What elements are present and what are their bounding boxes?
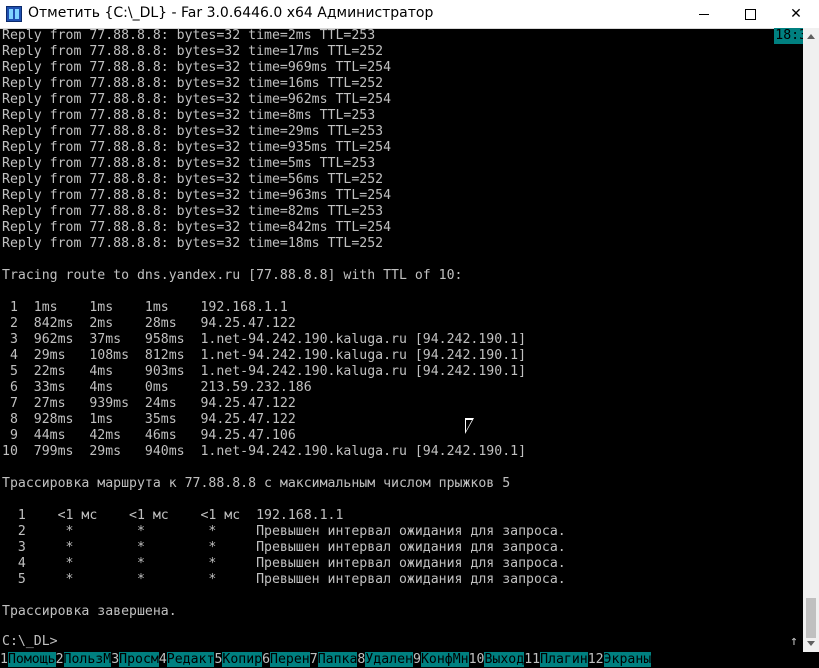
fkey-4[interactable]: 4Редакт <box>158 651 215 668</box>
fkey-6[interactable]: 6Перен <box>262 651 310 668</box>
console-line: Reply from 77.88.8.8: bytes=32 time=29ms… <box>2 124 384 139</box>
console-line: Reply from 77.88.8.8: bytes=32 time=56ms… <box>2 172 384 187</box>
console-output[interactable]: Reply from 77.88.8.8: bytes=32 time=2ms … <box>0 28 803 650</box>
fkey-label: Помощь <box>7 652 56 667</box>
console-line: Reply from 77.88.8.8: bytes=32 time=2ms … <box>2 28 376 43</box>
console-line: Reply from 77.88.8.8: bytes=32 time=969m… <box>2 60 392 75</box>
console-line: Reply from 77.88.8.8: bytes=32 time=82ms… <box>2 204 384 219</box>
console-line: Reply from 77.88.8.8: bytes=32 time=17ms… <box>2 44 384 59</box>
console-line: Reply from 77.88.8.8: bytes=32 time=962m… <box>2 92 392 107</box>
fkey-number: 10 <box>468 652 485 667</box>
fkey-label: Плагин <box>540 652 588 667</box>
fkey-3[interactable]: 3Просм <box>111 651 159 668</box>
console-line: 3 962ms 37ms 958ms 1.net-94.242.190.kalu… <box>2 332 527 347</box>
console-line: 9 44ms 42ms 46ms 94.25.47.106 <box>2 428 296 443</box>
console-line: 6 33ms 4ms 0ms 213.59.232.186 <box>2 380 312 395</box>
fkey-label: ПользМ <box>63 652 112 667</box>
window-title: Отметить {C:\_DL} - Far 3.0.6446.0 x64 А… <box>28 5 434 21</box>
title-bar[interactable]: Отметить {C:\_DL} - Far 3.0.6446.0 x64 А… <box>0 0 819 29</box>
console-line: Трассировка маршрута к 77.88.8.8 с макси… <box>2 476 511 491</box>
fkey-9[interactable]: 9КонфМн <box>413 651 469 668</box>
fkey-number: 12 <box>587 652 604 667</box>
arrow-down-icon <box>807 641 815 646</box>
scroll-up-button[interactable] <box>803 28 819 44</box>
minimize-icon <box>699 13 709 15</box>
console-line: 5 22ms 4ms 903ms 1.net-94.242.190.kaluga… <box>2 364 527 379</box>
command-prompt[interactable]: C:\_DL> <box>2 634 58 650</box>
close-icon: ✕ <box>790 6 802 22</box>
scroll-thumb[interactable] <box>806 598 816 638</box>
console-line: 7 27ms 939ms 24ms 94.25.47.122 <box>2 396 296 411</box>
console-line: 4 * * * Превышен интервал ожидания для з… <box>2 556 566 571</box>
console-line: 3 * * * Превышен интервал ожидания для з… <box>2 540 566 555</box>
fkey-12[interactable]: 12Экраны <box>587 651 652 668</box>
fkey-number: 11 <box>524 652 541 667</box>
fkey-number: 6 <box>262 652 271 667</box>
maximize-button[interactable] <box>727 0 773 28</box>
fkey-1[interactable]: 1Помощь <box>0 651 56 668</box>
vertical-scrollbar[interactable] <box>803 28 819 652</box>
scroll-down-button[interactable] <box>803 636 819 652</box>
console-line: 10 799ms 29ms 940ms 1.net-94.242.190.kal… <box>2 444 527 459</box>
fkey-number: 3 <box>111 652 120 667</box>
fkey-number: 4 <box>158 652 167 667</box>
console-line: Reply from 77.88.8.8: bytes=32 time=842m… <box>2 220 392 235</box>
fkey-label: КонфМн <box>420 652 469 667</box>
fkey-label: Перен <box>270 652 310 667</box>
console-line: Reply from 77.88.8.8: bytes=32 time=8ms … <box>2 108 376 123</box>
console-line: 2 * * * Превышен интервал ожидания для з… <box>2 524 566 539</box>
console-line: Tracing route to dns.yandex.ru [77.88.8.… <box>2 268 463 283</box>
fkey-2[interactable]: 2ПользМ <box>55 651 112 668</box>
fkey-label: Копир <box>222 652 263 667</box>
fkey-label: Удален <box>365 652 413 667</box>
fkey-10[interactable]: 10Выход <box>468 651 525 668</box>
fkey-label: Просм <box>119 652 159 667</box>
fkey-label: Папка <box>317 652 358 667</box>
fkey-label: Редакт <box>166 652 215 667</box>
console-line: 8 928ms 1ms 35ms 94.25.47.122 <box>2 412 296 427</box>
command-scroll-indicator: ↑ <box>790 634 798 649</box>
console-line: 5 * * * Превышен интервал ожидания для з… <box>2 572 566 587</box>
fkey-8[interactable]: 8Удален <box>357 651 413 668</box>
minimize-button[interactable] <box>681 0 727 28</box>
console-line: Reply from 77.88.8.8: bytes=32 time=16ms… <box>2 76 384 91</box>
console-line: 1 1ms 1ms 1ms 192.168.1.1 <box>2 300 288 315</box>
console-line: Reply from 77.88.8.8: bytes=32 time=963m… <box>2 188 392 203</box>
fkey-number: 9 <box>413 652 421 667</box>
console-line: 1 <1 мс <1 мс <1 мс 192.168.1.1 <box>2 508 344 523</box>
far-app-icon[interactable] <box>6 6 22 22</box>
fkey-label: Экраны <box>603 652 652 667</box>
console-line: 2 842ms 2ms 28ms 94.25.47.122 <box>2 316 296 331</box>
fkey-number: 2 <box>55 652 64 667</box>
console-line: 4 29ms 108ms 812ms 1.net-94.242.190.kalu… <box>2 348 527 363</box>
fkey-number: 1 <box>0 652 8 667</box>
arrow-up-icon <box>807 34 815 39</box>
console-line: Reply from 77.88.8.8: bytes=32 time=5ms … <box>2 156 376 171</box>
console-line: Reply from 77.88.8.8: bytes=32 time=935m… <box>2 140 392 155</box>
fkey-label: Выход <box>484 652 525 667</box>
far-manager-window: Отметить {C:\_DL} - Far 3.0.6446.0 x64 А… <box>0 0 819 668</box>
maximize-icon <box>744 8 756 20</box>
close-button[interactable]: ✕ <box>773 0 819 28</box>
fkey-7[interactable]: 7Папка <box>309 651 358 668</box>
console-line: Трассировка завершена. <box>2 604 177 619</box>
fkey-11[interactable]: 11Плагин <box>524 651 588 668</box>
console-line: Reply from 77.88.8.8: bytes=32 time=18ms… <box>2 236 384 251</box>
function-key-bar: 1Помощь 2ПользМ 3Просм 4Редакт 5Копир 6П… <box>0 651 819 668</box>
fkey-number: 7 <box>309 652 318 667</box>
fkey-5[interactable]: 5Копир <box>214 651 263 668</box>
